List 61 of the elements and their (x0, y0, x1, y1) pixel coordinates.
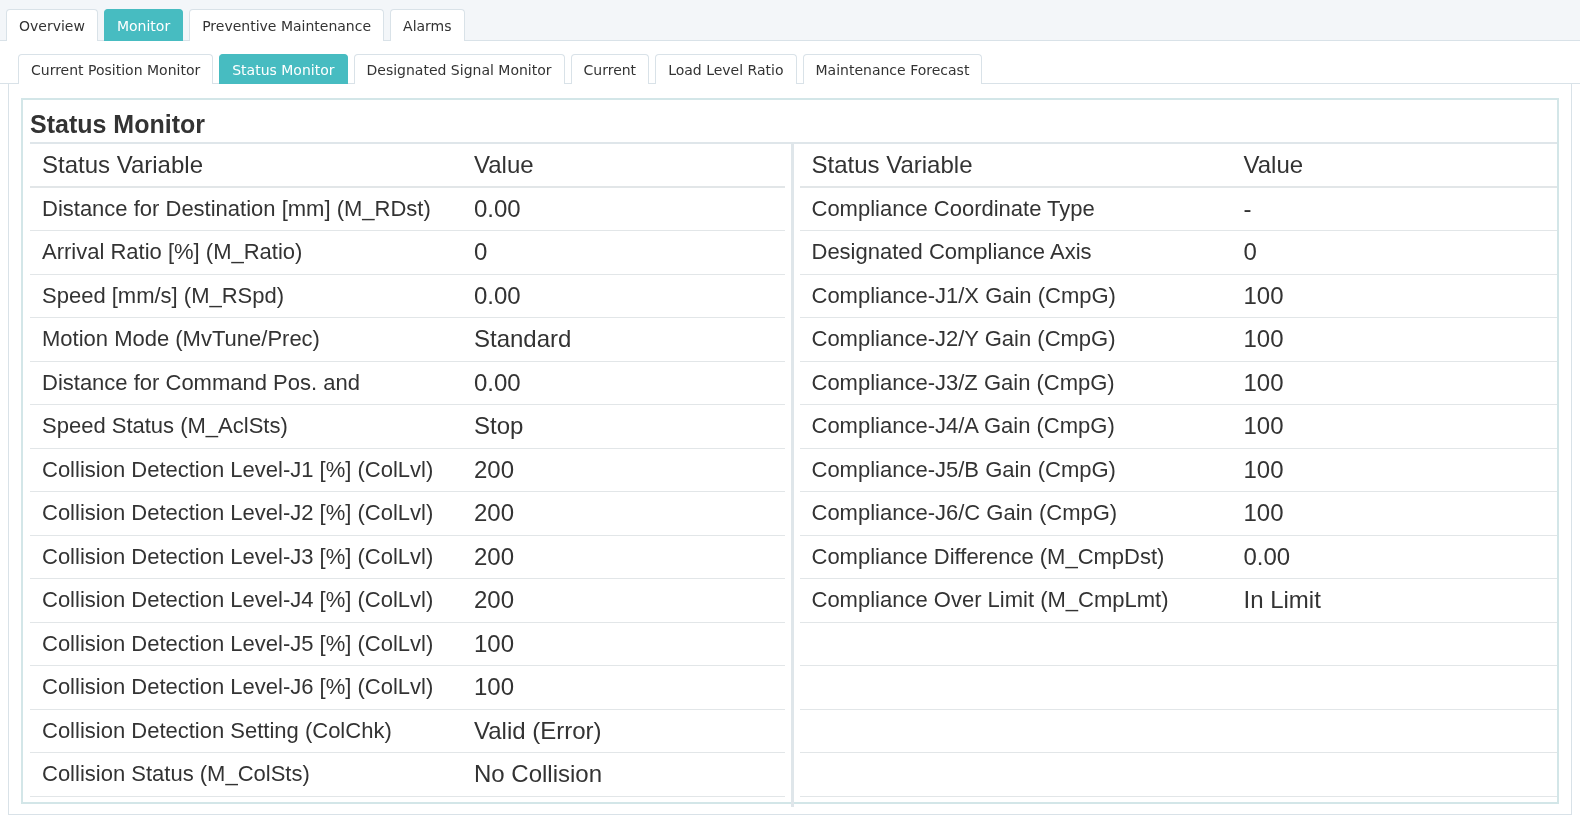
table-cell-text: 200 (474, 499, 516, 528)
table-cell-text: Collision Detection Level-J5 [%] (ColLvl) (42, 630, 435, 657)
column-header: Value (1243, 150, 1305, 179)
table-cell-text: 0.00 (474, 194, 522, 223)
table-cell-text: 200 (474, 586, 516, 615)
table-cell-text: Designated Compliance Axis (811, 239, 1093, 266)
table-cell-text: Speed Status (M_AclSts) (42, 413, 289, 440)
table-cell-text: 100 (474, 629, 516, 658)
table-cell-text: Motion Mode (MvTune/Prec) (42, 326, 321, 353)
table-cell-text: Speed [mm/s] (M_RSpd) (42, 282, 286, 309)
table-cell-text: Compliance Over Limit (M_CmpLmt) (811, 587, 1170, 614)
table-cell-text: Distance for Command Pos. and (42, 369, 361, 396)
table-cell-text: 100 (1243, 412, 1285, 441)
table-cell-text: 200 (474, 455, 516, 484)
table-cell-text: Arrival Ratio [%] (M_Ratio) (42, 239, 304, 266)
table-cell-text: Compliance-J4/A Gain (CmpG) (811, 413, 1116, 440)
table-cell-text: Collision Detection Level-J3 [%] (ColLvl) (42, 543, 435, 570)
table-cell-text: 100 (1243, 455, 1285, 484)
table-cell-text: Compliance-J2/Y Gain (CmpG) (811, 326, 1117, 353)
table-cell-text: Compliance-J6/C Gain (CmpG) (811, 500, 1119, 527)
table-cell-text: 100 (1243, 281, 1285, 310)
tab[interactable]: Preventive Maintenance (189, 9, 385, 41)
table-cell-text: 100 (1243, 325, 1285, 354)
table-cell-text: 0.00 (1243, 542, 1292, 571)
table-cell-text: - (1243, 194, 1253, 223)
tab[interactable]: Alarms (390, 9, 465, 41)
table-cell-text: 100 (474, 673, 516, 702)
tab[interactable]: Current Position Monitor (18, 54, 214, 84)
tab[interactable]: Overview (6, 9, 98, 41)
table-cell-text: Compliance Difference (M_CmpDst) (811, 543, 1166, 570)
table-cell-text: Compliance-J1/X Gain (CmpG) (811, 282, 1117, 309)
tab[interactable]: Maintenance Forecast (802, 54, 983, 84)
table-cell-text: Stop (474, 412, 525, 441)
table-cell-text: Collision Detection Level-J4 [%] (ColLvl) (42, 587, 435, 614)
table-cell-text: Valid (Error) (474, 716, 603, 745)
table-cell-text: Collision Status (M_ColSts) (42, 761, 311, 788)
table-cell-text: 100 (1243, 499, 1285, 528)
table-cell-text: 0.00 (474, 281, 522, 310)
table-cell-text: Collision Detection Level-J2 [%] (ColLvl) (42, 500, 435, 527)
table-cell-text: Compliance-J5/B Gain (CmpG) (811, 456, 1117, 483)
table-cell-text: Collision Detection Setting (ColChk) (42, 717, 393, 744)
table-cell-text: 0 (1243, 238, 1258, 267)
table-cell-text: No Collision (474, 760, 604, 789)
table-cell-text: In Limit (1243, 586, 1322, 615)
tab[interactable]: Load Level Ratio (655, 54, 797, 84)
table-cell-text: Collision Detection Level-J6 [%] (ColLvl) (42, 674, 435, 701)
table-cell-text: Compliance-J3/Z Gain (CmpG) (811, 369, 1116, 396)
tab[interactable]: Current (570, 54, 650, 84)
column-header: Status Variable (811, 150, 974, 179)
table-cell-text: Compliance Coordinate Type (811, 195, 1096, 222)
column-header: Status Variable (42, 150, 204, 179)
table-cell-text: 200 (474, 542, 516, 571)
column-header: Value (474, 150, 535, 179)
tab[interactable]: Designated Signal Monitor (353, 54, 565, 84)
table-cell-text: Standard (474, 325, 573, 354)
table-cell-text: 0.00 (474, 368, 522, 397)
table-cell-text: Collision Detection Level-J1 [%] (ColLvl) (42, 456, 435, 483)
table-cell-text: 100 (1243, 368, 1285, 397)
table-cell-text: 0 (474, 238, 489, 267)
table-cell-text: Distance for Destination [mm] (M_RDst) (42, 195, 432, 222)
panel-title: Status Monitor (30, 106, 1557, 144)
